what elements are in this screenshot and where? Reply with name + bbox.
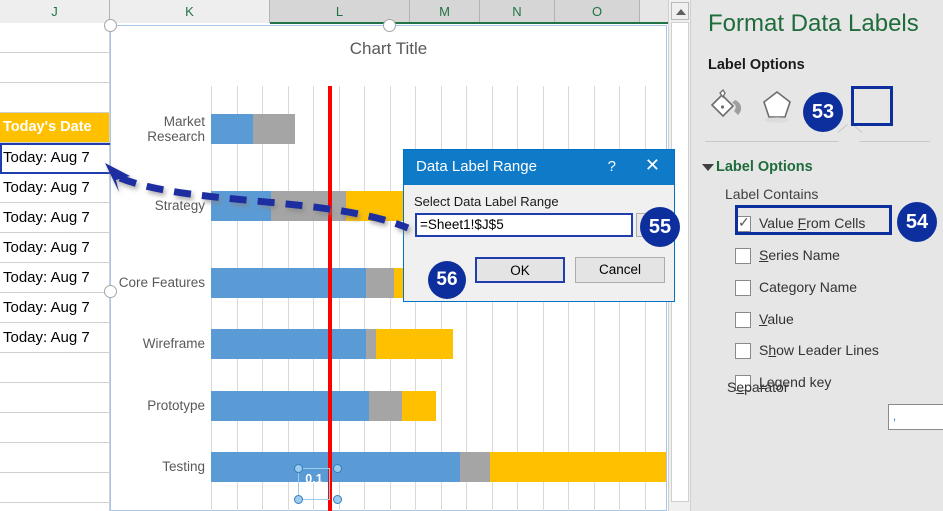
- checkbox-unchecked-icon[interactable]: [735, 312, 751, 328]
- scroll-up-arrow-icon[interactable]: [671, 2, 689, 20]
- category-label-core-features: Core Features: [109, 275, 205, 290]
- bar-complete-wireframe[interactable]: [211, 329, 366, 359]
- cell-j17[interactable]: [0, 503, 110, 511]
- today-marker-line: [328, 86, 332, 511]
- chart-handle-top-center[interactable]: [383, 19, 396, 32]
- bar-remaining-testing[interactable]: [490, 452, 666, 482]
- chart-handle-mid-left[interactable]: [104, 285, 117, 298]
- label-contains-heading: Label Contains: [725, 186, 818, 202]
- callout-badge-53: 53: [803, 92, 843, 132]
- cell-j6[interactable]: Today: Aug 7: [0, 173, 110, 203]
- column-header-k[interactable]: K: [110, 0, 270, 23]
- ok-button[interactable]: OK: [475, 257, 565, 283]
- bar-remaining-wireframe[interactable]: [376, 329, 453, 359]
- fill-bucket-icon[interactable]: [708, 88, 752, 124]
- pane-title: Format Data Labels: [708, 10, 919, 38]
- bar-remaining-prototype[interactable]: [402, 391, 436, 421]
- cell-j16[interactable]: [0, 473, 110, 503]
- section-title-label-options[interactable]: Label Options: [716, 159, 813, 175]
- selected-columns-underline: [270, 22, 668, 24]
- pane-divider: [705, 141, 930, 142]
- section-collapse-triangle-icon[interactable]: [702, 164, 714, 171]
- cell-j15[interactable]: [0, 443, 110, 473]
- gridline: [390, 86, 391, 511]
- separator-label: Separator: [727, 379, 789, 395]
- cell-j8[interactable]: Today: Aug 7: [0, 233, 110, 263]
- checkbox-label: Category Name: [759, 279, 857, 295]
- cancel-button[interactable]: Cancel: [575, 257, 665, 283]
- cell-j10[interactable]: Today: Aug 7: [0, 293, 110, 323]
- bar-slack-core-features[interactable]: [366, 268, 394, 298]
- selection-handle-tl[interactable]: [294, 464, 303, 473]
- checkbox-label: Series Name: [759, 247, 840, 263]
- pane-caret-left: [837, 124, 848, 133]
- effects-pentagon-icon[interactable]: [755, 88, 799, 124]
- column-header-n[interactable]: N: [480, 0, 555, 23]
- selection-handle-br[interactable]: [333, 495, 342, 504]
- column-header-o[interactable]: O: [555, 0, 640, 23]
- bar-slack-testing[interactable]: [460, 452, 490, 482]
- category-label-prototype: Prototype: [109, 398, 205, 413]
- data-label-value[interactable]: 0.1: [298, 472, 330, 486]
- cell-j9[interactable]: Today: Aug 7: [0, 263, 110, 293]
- column-header-j[interactable]: J: [0, 0, 110, 23]
- cell-j1[interactable]: [0, 23, 110, 53]
- chart-title[interactable]: Chart Title: [111, 39, 666, 59]
- callout-badge-55: 55: [640, 207, 680, 247]
- bar-complete-prototype[interactable]: [211, 391, 369, 421]
- data-label-range-input[interactable]: =Sheet1!$J$5: [415, 213, 633, 237]
- category-label-market-research: Market Research: [109, 114, 205, 144]
- bar-slack-strategy[interactable]: [271, 191, 346, 221]
- category-label-wireframe: Wireframe: [109, 336, 205, 351]
- checkbox-label: Value: [759, 311, 794, 327]
- cell-j12[interactable]: [0, 353, 110, 383]
- callout-badge-54: 54: [897, 202, 937, 242]
- callout-badge-56: 56: [428, 261, 466, 299]
- category-label-testing: Testing: [109, 459, 205, 474]
- dialog-field-label: Select Data Label Range: [414, 194, 559, 209]
- bar-slack-wireframe[interactable]: [366, 329, 376, 359]
- bar-complete-core-features[interactable]: [211, 268, 366, 298]
- column-header-m[interactable]: M: [410, 0, 480, 23]
- checkbox-label: Show Leader Lines: [759, 342, 879, 358]
- dialog-title: Data Label Range: [416, 158, 537, 175]
- cell-j5[interactable]: Today: Aug 7: [0, 143, 110, 173]
- gridline: [313, 86, 314, 511]
- highlight-value-from-cells: [735, 205, 892, 235]
- gridline: [364, 86, 365, 511]
- cell-header-todays-date[interactable]: Today's Date: [0, 113, 110, 143]
- pane-subtitle: Label Options: [708, 57, 805, 73]
- gridline: [339, 86, 340, 511]
- cell-j7[interactable]: Today: Aug 7: [0, 203, 110, 233]
- cell-j2[interactable]: [0, 53, 110, 83]
- close-icon[interactable]: ✕: [645, 156, 660, 174]
- checkbox-unchecked-icon[interactable]: [735, 343, 751, 359]
- selection-handle-bl[interactable]: [294, 495, 303, 504]
- category-label-strategy: Strategy: [109, 198, 205, 213]
- highlight-size-properties-icon: [851, 86, 893, 126]
- gridline: [237, 86, 238, 511]
- bar-complete-market-research[interactable]: [211, 114, 253, 144]
- bar-slack-market-research[interactable]: [253, 114, 295, 144]
- gridline: [288, 86, 289, 511]
- checkbox-unchecked-icon[interactable]: [735, 248, 751, 264]
- help-icon[interactable]: ?: [608, 158, 616, 175]
- gridline: [211, 86, 212, 511]
- bar-remaining-strategy[interactable]: [346, 191, 409, 221]
- chart-handle-top-left[interactable]: [104, 19, 117, 32]
- bar-complete-strategy[interactable]: [211, 191, 271, 221]
- checkbox-unchecked-icon[interactable]: [735, 280, 751, 296]
- bar-slack-prototype[interactable]: [369, 391, 402, 421]
- selection-handle-tr[interactable]: [333, 464, 342, 473]
- pane-caret: [838, 133, 860, 142]
- format-data-labels-pane[interactable]: Format Data Labels Label Options Label O…: [690, 0, 943, 511]
- cell-j13[interactable]: [0, 383, 110, 413]
- cell-j11[interactable]: Today: Aug 7: [0, 323, 110, 353]
- gridline: [262, 86, 263, 511]
- separator-input[interactable]: ,: [888, 404, 943, 430]
- cell-j3[interactable]: [0, 83, 110, 113]
- cell-j14[interactable]: [0, 413, 110, 443]
